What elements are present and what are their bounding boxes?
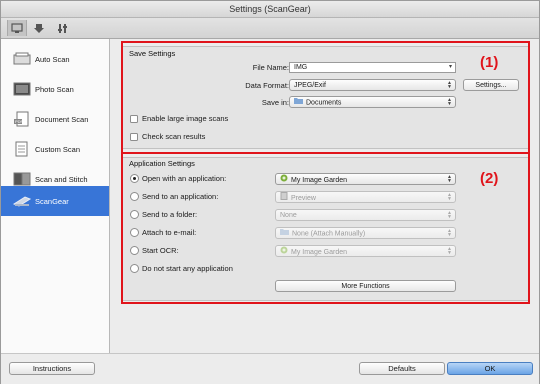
- sidebar-item-document-scan[interactable]: PDF Document Scan: [1, 104, 109, 134]
- sidebar-item-photo-scan[interactable]: Photo Scan: [1, 74, 109, 104]
- ok-button[interactable]: OK: [447, 362, 533, 375]
- sidebar-item-label: Custom Scan: [35, 144, 81, 154]
- sidebar: Auto Scan Photo Scan PDF Document Scan C…: [1, 39, 110, 353]
- tools-icon[interactable]: [53, 20, 73, 36]
- computer-scan-icon[interactable]: [7, 20, 27, 36]
- auto-scan-icon: [12, 51, 32, 67]
- sidebar-item-label: Photo Scan: [35, 84, 74, 94]
- sidebar-item-scangear[interactable]: ScanGear: [1, 186, 109, 216]
- toolbar: [1, 18, 539, 39]
- photo-scan-icon: [12, 81, 32, 97]
- settings-content: Save Settings File Name: IMG ▾ Data Form…: [110, 39, 539, 353]
- sidebar-item-auto-scan[interactable]: Auto Scan: [1, 44, 109, 74]
- settings-window: Settings (ScanGear) Auto Scan Photo Scan: [0, 0, 540, 384]
- document-scan-icon: PDF: [12, 111, 32, 127]
- sidebar-item-label: Scan and Stitch: [35, 174, 88, 184]
- defaults-button[interactable]: Defaults: [359, 362, 445, 375]
- instructions-button[interactable]: Instructions: [9, 362, 95, 375]
- sidebar-item-label: Auto Scan: [35, 54, 70, 64]
- sidebar-item-custom-scan[interactable]: Custom Scan: [1, 134, 109, 164]
- highlight-box-1: [121, 41, 530, 154]
- sidebar-item-label: ScanGear: [35, 196, 69, 206]
- custom-scan-icon: [12, 141, 32, 157]
- highlight-box-2: [121, 152, 530, 304]
- sidebar-item-label: Document Scan: [35, 114, 89, 124]
- scan-stitch-icon: [12, 171, 32, 187]
- scangear-icon: [12, 193, 32, 209]
- footer-bar: Instructions Defaults OK: [1, 353, 539, 384]
- svg-text:PDF: PDF: [15, 119, 24, 124]
- scanner-panel-icon[interactable]: [29, 20, 49, 36]
- window-title: Settings (ScanGear): [1, 1, 539, 18]
